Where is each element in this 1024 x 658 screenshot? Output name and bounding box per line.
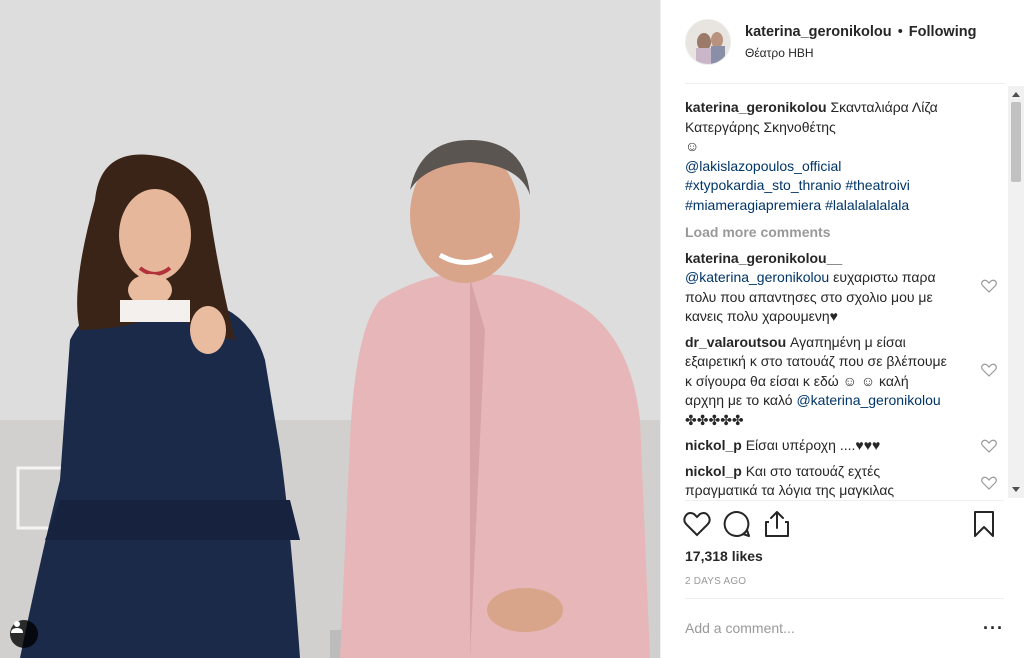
add-comment-form: ··· [685,600,1004,656]
caption-mention[interactable]: @lakislazopoulos_official [685,158,841,174]
scroll-down-arrow-icon[interactable] [1012,487,1020,492]
post-username[interactable]: katerina_geronikolou [745,24,892,40]
photo-illustration [0,0,660,658]
caption-username[interactable]: katerina_geronikolou [685,99,827,115]
post-location[interactable]: Θέατρο ΗΒΗ [745,46,976,61]
following-button[interactable]: Following [909,24,977,40]
separator-dot: • [897,24,903,41]
bookmark-icon [974,511,994,537]
hashtag[interactable]: #lalalalalalala [825,197,909,213]
hashtag[interactable]: #xtypokardia_sto_thranio [685,177,841,193]
add-comment-input[interactable] [685,620,980,636]
caption-emoji: ☺ [685,138,700,154]
post-actions [677,504,1004,544]
post-photo[interactable] [0,0,660,658]
comment-text: Είσαι υπέροχη ....♥♥♥ [745,437,881,453]
heart-icon [683,512,711,537]
load-more-comments-button[interactable]: Load more comments [685,223,985,243]
hashtag[interactable]: #miameragiapremiera [685,197,821,213]
like-button[interactable] [677,504,717,544]
comment-bubble-icon [723,510,750,537]
likes-count[interactable]: 17,318 likes [685,548,763,564]
comment-like-heart-icon[interactable] [981,439,997,453]
user-tag-icon[interactable] [10,620,38,648]
more-options-button[interactable]: ··· [980,618,1004,639]
comment-item: dr_valaroutsou Αγαπημένη μ είσαι εξαιρετ… [685,333,997,431]
post-timestamp[interactable]: 2 DAYS AGO [685,576,746,587]
comment-item: nickol_p Είσαι υπέροχη ....♥♥♥ [685,436,997,456]
post-side-panel: katerina_geronikolou • Following Θέατρο … [660,0,1024,658]
comments-list[interactable]: katerina_geronikolou Σκανταλιάρα Λίζα Κα… [661,86,1024,498]
save-button[interactable] [964,504,1004,544]
comment-suffix: ✤✤✤✤✤ [685,411,744,428]
comment-username[interactable]: katerina_geronikolou__ [685,250,842,266]
comment-like-heart-icon[interactable] [981,476,997,490]
hashtag[interactable]: #theatroivi [845,177,910,193]
actions-divider [685,500,1004,501]
avatar[interactable] [685,19,731,65]
comment-mention[interactable]: @katerina_geronikolou [796,392,940,408]
share-button[interactable] [757,504,797,544]
comments-scrollbar[interactable] [1008,86,1024,498]
post-modal: katerina_geronikolou • Following Θέατρο … [0,0,1024,658]
comment-like-heart-icon[interactable] [981,363,997,377]
comment-like-heart-icon[interactable] [981,279,997,293]
share-icon [765,511,789,537]
comment-username[interactable]: nickol_p [685,463,742,479]
scrollbar-thumb[interactable] [1011,102,1021,182]
comment-item: katerina_geronikolou__ @katerina_geronik… [685,249,997,327]
comment-username[interactable]: nickol_p [685,437,742,453]
comment-button[interactable] [717,504,757,544]
post-caption: katerina_geronikolou Σκανταλιάρα Λίζα Κα… [685,98,985,215]
post-header: katerina_geronikolou • Following Θέατρο … [661,0,1024,84]
scroll-up-arrow-icon[interactable] [1012,92,1020,97]
header-divider [685,83,1005,84]
comment-item: nickol_p Και στο τατουάζ εχτές πραγματικ… [685,462,997,498]
comment-username[interactable]: dr_valaroutsou [685,334,786,350]
add-comment-divider [685,598,1004,599]
comment-mention[interactable]: @katerina_geronikolou [685,269,829,285]
